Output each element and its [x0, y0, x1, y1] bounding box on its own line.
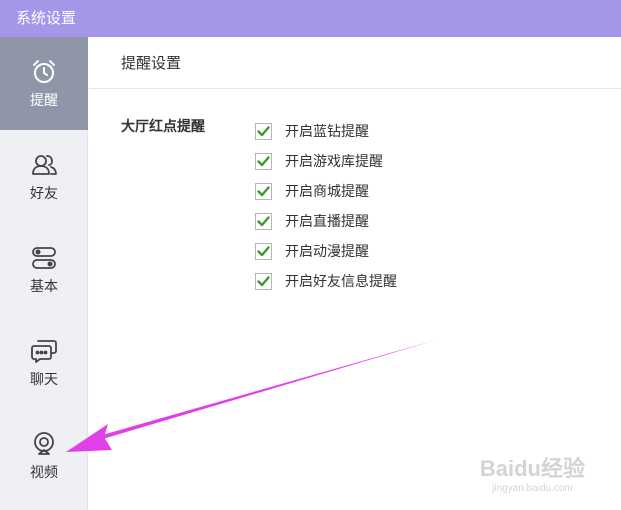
settings-panel: 提醒设置 大厅红点提醒 开启蓝钻提醒 开启游戏库提醒 开启商城提醒 开启直播提醒 [89, 37, 621, 510]
checkmark-icon [257, 275, 270, 286]
window-titlebar: 系统设置 [0, 0, 621, 37]
checkmark-icon [257, 215, 270, 226]
watermark-sub: jingyan.baidu.com [492, 483, 573, 494]
option-label: 开启动漫提醒 [285, 244, 369, 260]
friends-icon [30, 151, 58, 179]
page-title: 提醒设置 [89, 37, 621, 89]
sidebar-item-label: 基本 [30, 278, 58, 295]
sidebar-item-label: 提醒 [30, 92, 58, 109]
watermark-main: Baidu经验 [479, 456, 585, 481]
option-label: 开启商城提醒 [285, 184, 369, 200]
reminder-options-list: 开启蓝钻提醒 开启游戏库提醒 开启商城提醒 开启直播提醒 开启动漫提醒 开启好友… [255, 116, 397, 296]
checkbox[interactable] [255, 242, 272, 260]
option-label: 开启好友信息提醒 [285, 274, 397, 290]
sidebar-item-friends[interactable]: 好友 [0, 130, 88, 223]
settings-sidebar: 提醒 好友 基本 聊天 视频 [0, 37, 88, 510]
checkbox[interactable] [255, 212, 272, 230]
sidebar-item-reminder[interactable]: 提醒 [0, 37, 88, 130]
checkbox[interactable] [255, 152, 272, 170]
option-bluediamond-reminder[interactable]: 开启蓝钻提醒 [255, 116, 397, 146]
option-friend-message-reminder[interactable]: 开启好友信息提醒 [255, 266, 397, 296]
chat-icon [30, 337, 58, 365]
toggles-icon [30, 244, 58, 272]
sidebar-item-chat[interactable]: 聊天 [0, 316, 88, 409]
checkbox[interactable] [255, 272, 272, 290]
watermark: Baidu经验 jingyan.baidu.com [480, 451, 585, 494]
option-label: 开启直播提醒 [285, 214, 369, 230]
option-gamelibrary-reminder[interactable]: 开启游戏库提醒 [255, 146, 397, 176]
checkbox[interactable] [255, 182, 272, 200]
option-livestream-reminder[interactable]: 开启直播提醒 [255, 206, 397, 236]
sidebar-item-label: 好友 [30, 185, 58, 202]
alarm-clock-icon [30, 58, 58, 86]
checkmark-icon [257, 125, 270, 136]
checkmark-icon [257, 155, 270, 166]
option-mall-reminder[interactable]: 开启商城提醒 [255, 176, 397, 206]
checkmark-icon [257, 245, 270, 256]
window-title: 系统设置 [16, 9, 77, 27]
option-label: 开启游戏库提醒 [285, 154, 383, 170]
checkmark-icon [257, 185, 270, 196]
option-anime-reminder[interactable]: 开启动漫提醒 [255, 236, 397, 266]
checkbox[interactable] [255, 122, 272, 140]
sidebar-item-label: 视频 [30, 464, 58, 481]
webcam-icon [30, 430, 58, 458]
sidebar-item-basic[interactable]: 基本 [0, 223, 88, 316]
sidebar-item-label: 聊天 [30, 371, 58, 388]
sidebar-item-video[interactable]: 视频 [0, 409, 88, 502]
group-label: 大厅红点提醒 [121, 119, 205, 135]
option-label: 开启蓝钻提醒 [285, 124, 369, 140]
